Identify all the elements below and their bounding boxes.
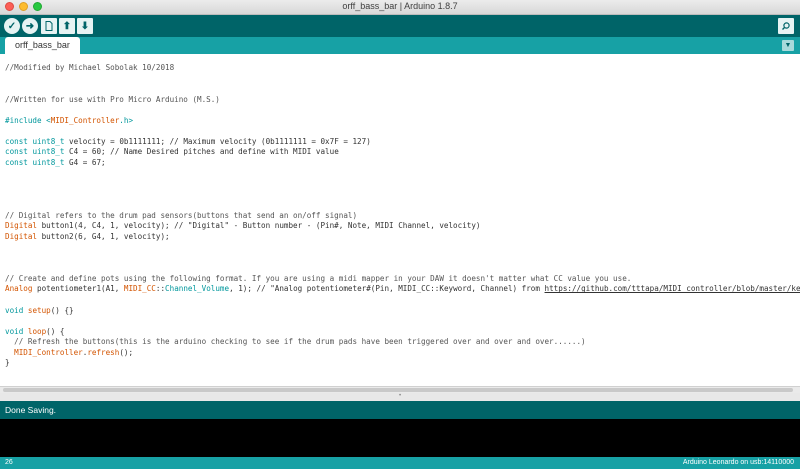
source-code: //Modified by Michael Sobolak 10/2018 //… (5, 63, 800, 369)
code-line: // Refresh the buttons(this is the ardui… (5, 337, 586, 347)
code-text: button1(4, C4, 1, velocity); // "Digital… (37, 221, 481, 231)
preprocessor-token: .h> (119, 115, 134, 125)
code-text: () { (46, 326, 65, 336)
code-text: (); (119, 347, 134, 357)
new-file-icon (45, 21, 53, 31)
class-token: Analog (5, 284, 33, 294)
library-token: MIDI_Controller (50, 115, 120, 125)
preprocessor-token: #include < (5, 115, 51, 125)
console-output[interactable] (0, 419, 800, 457)
keyword-token: void (5, 326, 24, 336)
scrollbar-thumb[interactable] (3, 388, 793, 392)
arrow-up-icon: ⬆ (62, 20, 72, 32)
code-line: } (5, 358, 10, 368)
function-token: loop (27, 326, 47, 336)
type-token: uint8_t (32, 157, 65, 167)
class-token: MIDI_CC (123, 284, 156, 294)
code-text: G4 = 67; (64, 157, 106, 167)
type-token: uint8_t (32, 136, 65, 146)
code-text: :: (155, 284, 166, 294)
code-editor[interactable]: //Modified by Michael Sobolak 10/2018 //… (0, 54, 800, 386)
code-line: #include <MIDI_Controller.h> (5, 116, 133, 125)
magnifier-icon (782, 22, 790, 30)
toolbar: ✓ ➜ ⬆ ⬇ (0, 15, 800, 37)
open-button[interactable]: ⬆ (59, 18, 75, 34)
code-line: Analog potentiometer1(A1, MIDI_CC::Chann… (5, 284, 800, 293)
type-token: uint8_t (32, 147, 65, 157)
line-number: 26 (5, 459, 13, 466)
title-bar: orff_bass_bar | Arduino 1.8.7 (0, 0, 800, 15)
code-line: const uint8_t C4 = 60; // Name Desired p… (5, 147, 339, 156)
grip-icon: • (398, 393, 402, 399)
code-text: C4 = 60; // Name Desired pitches and def… (64, 147, 339, 157)
status-bar: Done Saving. (0, 401, 800, 419)
code-line: //Modified by Michael Sobolak 10/2018 (5, 63, 175, 72)
keyword-token: const (5, 147, 28, 157)
code-line: // Create and define pots using the foll… (5, 273, 632, 283)
checkmark-icon: ✓ (7, 20, 17, 32)
code-line: void loop() { (5, 327, 64, 336)
console-resize-divider[interactable]: • (0, 393, 800, 401)
keyword-token: const (5, 136, 28, 146)
function-token: refresh (87, 347, 120, 357)
serial-monitor-button[interactable] (778, 18, 794, 34)
status-message: Done Saving. (5, 405, 57, 415)
tab-menu-button[interactable]: ▼ (782, 40, 794, 51)
keyword-token: void (5, 305, 24, 315)
arrow-down-icon: ⬇ (80, 20, 90, 32)
constant-token: Channel_Volume (165, 284, 230, 294)
class-token: Digital (5, 221, 38, 231)
code-text: potentiometer1(A1, (32, 284, 124, 294)
new-button[interactable] (41, 18, 57, 34)
code-line: MIDI_Controller.refresh(); (5, 348, 133, 357)
function-token: setup (27, 305, 51, 315)
triangle-down-icon: ▼ (784, 42, 792, 49)
code-line: void setup() {} (5, 306, 74, 315)
save-button[interactable]: ⬇ (77, 18, 93, 34)
code-line: // Digital refers to the drum pad sensor… (5, 210, 358, 220)
code-line: const uint8_t velocity = 0b1111111; // M… (5, 137, 371, 146)
code-text: , 1); // "Analog potentiometer#(Pin, MID… (229, 284, 545, 294)
class-token: MIDI_Controller (14, 347, 83, 357)
code-text: () {} (50, 305, 74, 315)
tab-orff-bass-bar[interactable]: orff_bass_bar (5, 37, 80, 54)
footer-bar: 26 Arduino Leonardo on usb:14110000 (0, 457, 800, 469)
arrow-right-icon: ➜ (25, 20, 35, 32)
code-line: Digital button1(4, C4, 1, velocity); // … (5, 221, 480, 230)
keywords-link[interactable]: https://github.com/tttapa/MIDI_controlle… (545, 284, 800, 293)
window-title: orff_bass_bar | Arduino 1.8.7 (342, 1, 458, 11)
upload-button[interactable]: ➜ (22, 18, 38, 34)
class-token: Digital (5, 231, 38, 241)
code-text: velocity = 0b1111111; // Maximum velocit… (64, 136, 371, 146)
code-line: const uint8_t G4 = 67; (5, 158, 106, 167)
code-line: Digital button2(6, G4, 1, velocity); (5, 232, 170, 241)
board-info: Arduino Leonardo on usb:14110000 (682, 459, 794, 466)
keyword-token: const (5, 157, 28, 167)
code-text: button2(6, G4, 1, velocity); (37, 231, 170, 241)
verify-button[interactable]: ✓ (4, 18, 20, 34)
tab-bar: orff_bass_bar ▼ (0, 37, 800, 54)
code-line: //Written for use with Pro Micro Arduino… (5, 94, 220, 104)
